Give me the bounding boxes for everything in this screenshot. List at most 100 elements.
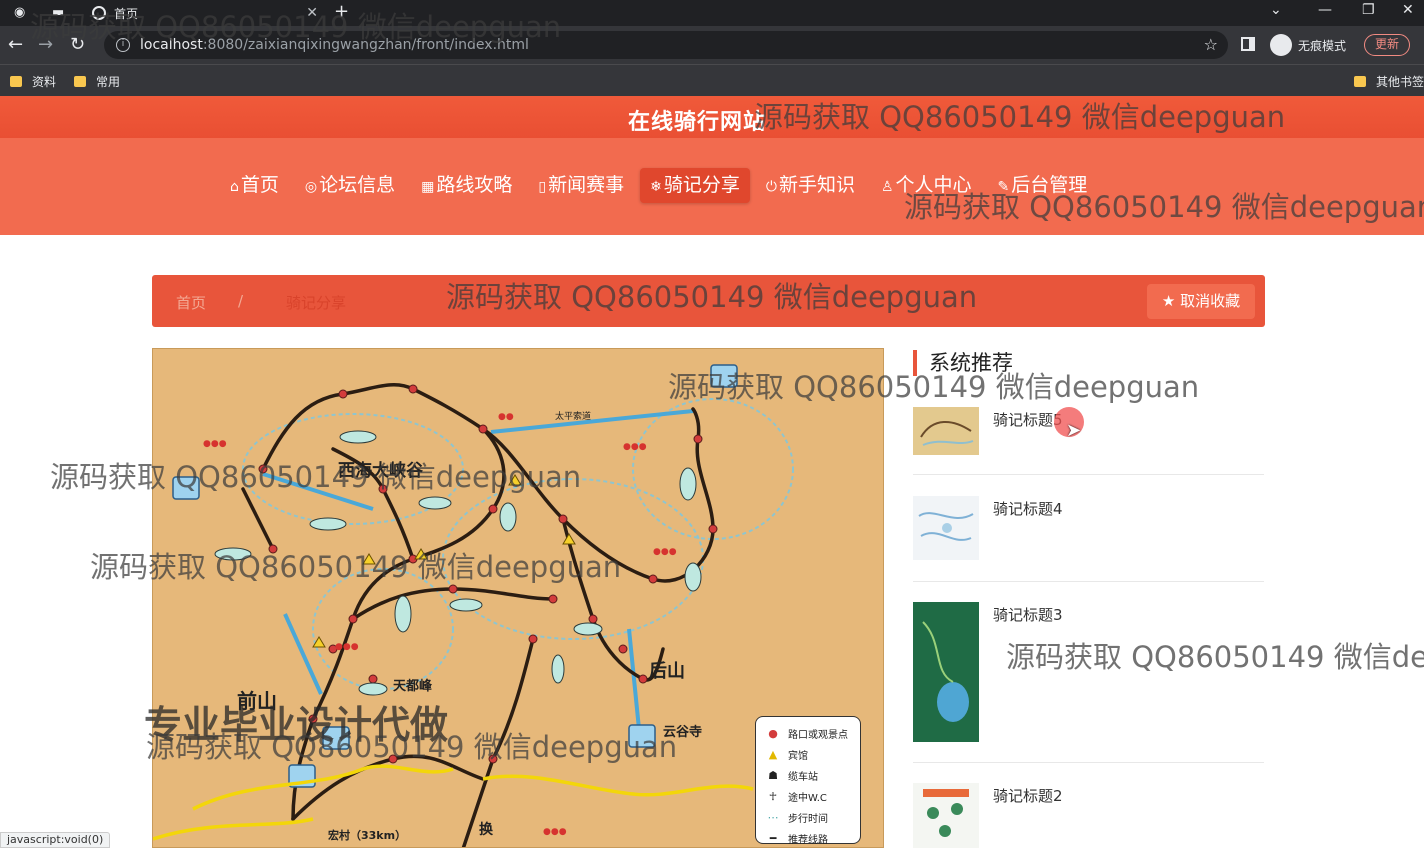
legend-label: 宾馆 xyxy=(788,751,808,762)
grid-icon: ▦ xyxy=(421,179,435,195)
url-text[interactable]: localhost:8080/zaixianqixingwangzhan/fro… xyxy=(140,37,529,53)
forward-icon[interactable]: → xyxy=(38,34,53,55)
watermark-overlay: 专业毕业设计代做 xyxy=(144,703,449,747)
legend-row: ☥ 途中W.C xyxy=(764,786,852,807)
browser-status-bar: javascript:void(0) xyxy=(0,832,111,848)
breadcrumb: 首页 / 骑记分享 ★ 取消收藏 xyxy=(152,275,1265,327)
bookmark-label: 其他书签 xyxy=(1376,75,1424,89)
user-icon: ♙ xyxy=(880,179,894,195)
minimize-icon[interactable]: — xyxy=(1318,2,1332,18)
nav-item-admin[interactable]: ✎ 后台管理 xyxy=(988,168,1098,203)
chevron-down-icon[interactable]: ⌄ xyxy=(1270,2,1282,18)
recommend-title[interactable]: 骑记标题5 xyxy=(993,409,1063,430)
recommend-title[interactable]: 骑记标题3 xyxy=(993,604,1063,625)
reload-icon[interactable]: ↻ xyxy=(70,34,85,55)
bookmark-star-icon[interactable]: ☆ xyxy=(1204,35,1218,54)
incognito-icon xyxy=(1270,34,1292,56)
map-label-huan: 换 xyxy=(479,822,493,838)
bookmark-label: 资料 xyxy=(32,75,57,89)
address-bar[interactable]: i localhost:8080/zaixianqixingwangzhan/f… xyxy=(104,31,1228,59)
bookmarks-bar: 资料 常用 其他书签 xyxy=(0,64,1424,96)
svg-text:●●: ●● xyxy=(498,412,514,422)
breadcrumb-current: 骑记分享 xyxy=(286,294,347,312)
incognito-indicator[interactable]: 无痕模式 xyxy=(1270,34,1346,56)
incognito-label: 无痕模式 xyxy=(1298,38,1347,53)
recommend-thumbnail[interactable] xyxy=(913,407,979,455)
unfavorite-label: 取消收藏 xyxy=(1180,292,1241,310)
map-label-tiandu: 天都峰 xyxy=(393,679,433,694)
close-icon[interactable]: ✕ xyxy=(306,5,318,21)
power-icon: ⏻ xyxy=(765,179,777,195)
recommend-item[interactable]: 骑记标题5 xyxy=(913,407,1264,475)
nav-item-profile[interactable]: ♙ 个人中心 xyxy=(871,168,982,203)
browser-tab[interactable]: 首页 ✕ xyxy=(84,0,326,26)
legend-label: 途中W.C xyxy=(788,793,827,804)
tab-title: 首页 xyxy=(114,6,139,21)
pen-icon: ✎ xyxy=(997,179,1010,195)
nav-item-forum[interactable]: ◎ 论坛信息 xyxy=(295,168,405,203)
nav-label: 新手知识 xyxy=(778,174,855,196)
legend-label: 缆车站 xyxy=(788,772,818,783)
nav-item-news[interactable]: ▯ 新闻赛事 xyxy=(528,168,634,203)
legend-label: 路口或观景点 xyxy=(788,730,848,741)
unfavorite-button[interactable]: ★ 取消收藏 xyxy=(1147,284,1255,319)
svg-text:●●●: ●●● xyxy=(623,442,647,452)
nav-item-beginner[interactable]: ⏻ 新手知识 xyxy=(756,168,865,203)
recommend-title[interactable]: 骑记标题4 xyxy=(993,498,1063,519)
junction-icon: ● xyxy=(768,727,778,740)
other-bookmarks[interactable]: 其他书签 xyxy=(1354,73,1424,90)
recommend-title[interactable]: 骑记标题2 xyxy=(993,785,1063,806)
nav-item-home[interactable]: ⌂ 首页 xyxy=(220,168,289,203)
bookmark-folder-ziliao[interactable]: 资料 xyxy=(10,73,56,90)
legend-row: ☗ 缆车站 xyxy=(764,765,852,786)
legend-label: 步行时间 xyxy=(788,814,828,825)
tab-search-icon[interactable]: ▬ xyxy=(52,5,64,20)
svg-text:●●●: ●●● xyxy=(543,827,567,837)
recommend-item[interactable]: 骑记标题3 xyxy=(913,602,1264,763)
legend-row: ━ 推荐线路 xyxy=(764,828,852,847)
nav-item-ride-share[interactable]: ❄ 骑记分享 xyxy=(640,168,750,203)
folder-icon xyxy=(74,76,86,87)
globe-icon xyxy=(92,6,106,20)
nav-item-routes[interactable]: ▦ 路线攻略 xyxy=(411,168,522,203)
chrome-menu-icon[interactable]: ◉ xyxy=(14,5,25,20)
news-icon: ▯ xyxy=(538,179,547,195)
update-button[interactable]: 更新 xyxy=(1364,34,1410,56)
legend-row: ● 路口或观景点 xyxy=(764,723,852,744)
bookmark-label: 常用 xyxy=(96,75,121,89)
svg-text:●●●: ●●● xyxy=(653,547,677,557)
route-line-icon: ━ xyxy=(769,832,777,845)
new-tab-icon[interactable]: + xyxy=(334,1,349,22)
nav-label: 论坛信息 xyxy=(319,174,396,196)
cable-car-icon: ☗ xyxy=(768,769,778,782)
nav-list: ⌂ 首页 ◎ 论坛信息 ▦ 路线攻略 ▯ 新闻赛事 ❄ 骑记分享 ⏻ 新手知识 ♙ 个人中心 … xyxy=(220,168,1103,203)
breadcrumb-separator: / xyxy=(238,292,244,310)
map-label-yungu: 云谷寺 xyxy=(663,725,703,740)
back-icon[interactable]: ← xyxy=(8,34,23,55)
recommend-item[interactable]: 骑记标题2 xyxy=(913,783,1264,848)
recommend-thumbnail[interactable] xyxy=(913,496,979,560)
side-panel-icon[interactable] xyxy=(1241,37,1255,51)
recommend-section-title: 系统推荐 xyxy=(913,350,1013,376)
nav-label: 后台管理 xyxy=(1011,174,1088,196)
folder-icon xyxy=(1354,76,1366,87)
legend-row: ⋯ 步行时间 xyxy=(764,807,852,828)
map-label-houshan: 后山 xyxy=(649,661,685,682)
recommend-thumbnail[interactable] xyxy=(913,783,979,848)
svg-text:●●●: ●●● xyxy=(335,642,359,652)
restore-icon[interactable]: ❐ xyxy=(1362,2,1375,18)
star-icon: ★ xyxy=(1161,292,1176,310)
info-icon[interactable]: i xyxy=(116,38,130,52)
recommend-item[interactable]: 骑记标题4 xyxy=(913,496,1264,582)
breadcrumb-home[interactable]: 首页 xyxy=(176,292,206,313)
recommend-thumbnail[interactable] xyxy=(913,602,979,742)
window-close-icon[interactable]: ✕ xyxy=(1402,2,1414,18)
mouse-pointer-icon: ➤ xyxy=(1066,420,1082,441)
address-toolbar: ← → ↻ i localhost:8080/zaixianqixingwang… xyxy=(0,26,1424,64)
folder-icon xyxy=(10,76,22,87)
snowflake-icon: ❄ xyxy=(650,179,662,195)
map-legend: ● 路口或观景点 ▲ 宾馆 ☗ 缆车站 ☥ 途中W.C ⋯ 步行时间 ━ 推荐线路 xyxy=(755,716,861,846)
bookmark-folder-changyong[interactable]: 常用 xyxy=(74,73,120,90)
map-label-hongcun: 宏村（33km） xyxy=(328,829,407,842)
walking-time-icon: ⋯ xyxy=(767,811,779,824)
